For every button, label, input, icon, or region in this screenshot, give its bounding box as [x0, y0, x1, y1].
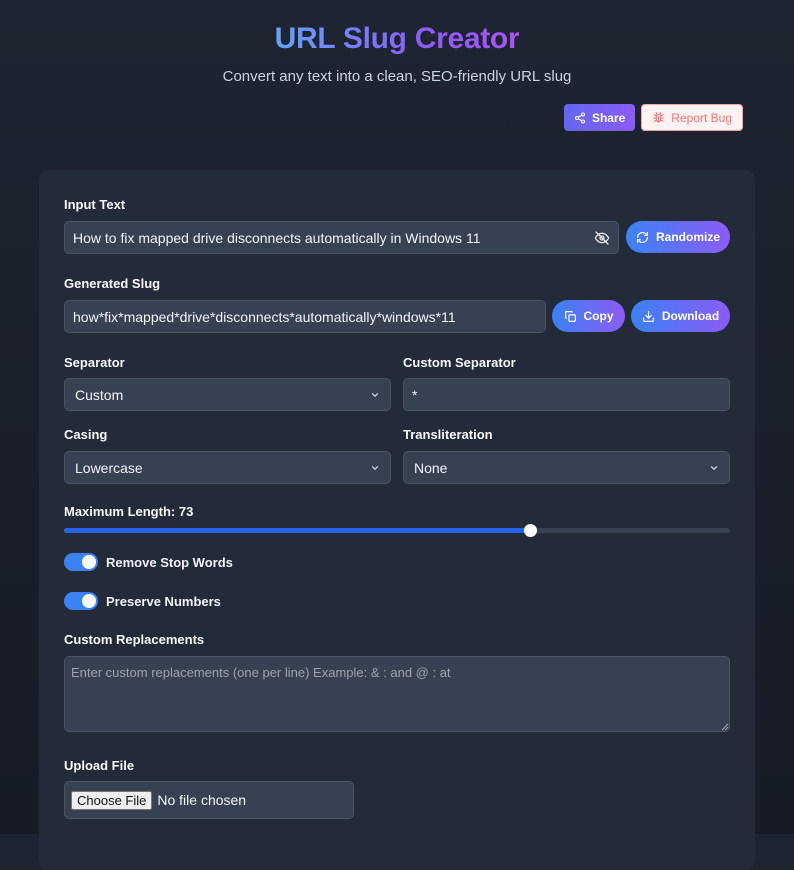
separator-label: Separator — [64, 355, 125, 370]
preserve-numbers-label: Preserve Numbers — [106, 593, 221, 609]
remove-stop-words-label: Remove Stop Words — [106, 554, 233, 570]
page-title: URL Slug Creator — [275, 20, 520, 58]
chevron-down-icon — [709, 463, 719, 473]
casing-select[interactable]: Lowercase — [64, 451, 391, 484]
top-actions: Share Report Bug — [563, 104, 743, 131]
toggle-knob — [82, 594, 96, 608]
toggle-knob — [82, 555, 96, 569]
share-icon — [574, 111, 586, 124]
max-length-label: Maximum Length: 73 — [64, 504, 194, 519]
resize-grip-icon[interactable] — [721, 723, 729, 731]
preserve-numbers-toggle[interactable] — [64, 592, 98, 610]
custom-separator-label: Custom Separator — [403, 355, 516, 370]
input-text-label: Input Text — [64, 197, 126, 212]
report-bug-button[interactable]: Report Bug — [641, 104, 743, 131]
max-length-slider[interactable] — [64, 524, 730, 537]
casing-value: Lowercase — [75, 459, 143, 476]
download-label: Download — [661, 309, 720, 323]
chevron-down-icon — [370, 463, 380, 473]
transliteration-label: Transliteration — [403, 427, 493, 442]
randomize-label: Randomize — [655, 230, 720, 244]
slug-form-card: Input Text How to fix mapped drive disco… — [39, 170, 755, 870]
share-button[interactable]: Share — [563, 104, 636, 131]
transliteration-select[interactable]: None — [403, 451, 730, 484]
remove-stop-words-row: Remove Stop Words — [64, 553, 233, 571]
input-text-value: How to fix mapped drive disconnects auto… — [73, 229, 481, 246]
page-header: URL Slug Creator Convert any text into a… — [0, 0, 794, 170]
share-label: Share — [591, 110, 626, 125]
separator-value: Custom — [75, 386, 124, 403]
generated-slug-field[interactable]: how*fix*mapped*drive*disconnects*automat… — [64, 300, 546, 333]
eye-off-icon[interactable] — [594, 230, 610, 246]
preserve-numbers-row: Preserve Numbers — [64, 592, 221, 610]
report-bug-label: Report Bug — [671, 110, 732, 125]
generated-slug-value: how*fix*mapped*drive*disconnects*automat… — [73, 308, 456, 325]
custom-replacements-textarea[interactable] — [64, 656, 730, 732]
download-icon — [642, 310, 655, 323]
page-subtitle: Convert any text into a clean, SEO-frien… — [222, 68, 572, 85]
no-file-text: No file chosen — [157, 792, 247, 808]
choose-file-button[interactable]: Choose File — [71, 790, 153, 810]
chevron-down-icon — [370, 390, 380, 400]
slider-thumb[interactable] — [524, 524, 538, 537]
casing-label: Casing — [64, 427, 108, 442]
remove-stop-words-toggle[interactable] — [64, 553, 98, 571]
download-button[interactable]: Download — [631, 300, 730, 332]
transliteration-value: None — [414, 459, 448, 476]
copy-icon — [564, 310, 577, 323]
refresh-icon — [636, 231, 649, 244]
custom-replacements-label: Custom Replacements — [64, 632, 205, 647]
file-upload-input[interactable]: Choose File No file chosen — [64, 781, 354, 819]
custom-separator-input[interactable]: * — [403, 378, 730, 411]
upload-file-label: Upload File — [64, 758, 135, 773]
copy-button[interactable]: Copy — [552, 300, 625, 332]
separator-select[interactable]: Custom — [64, 378, 391, 411]
randomize-button[interactable]: Randomize — [626, 221, 730, 253]
input-text-field[interactable]: How to fix mapped drive disconnects auto… — [64, 221, 619, 254]
copy-label: Copy — [583, 309, 614, 323]
custom-separator-value: * — [412, 386, 418, 403]
bug-icon — [652, 111, 665, 124]
generated-slug-label: Generated Slug — [64, 276, 161, 291]
slider-fill — [64, 528, 531, 533]
